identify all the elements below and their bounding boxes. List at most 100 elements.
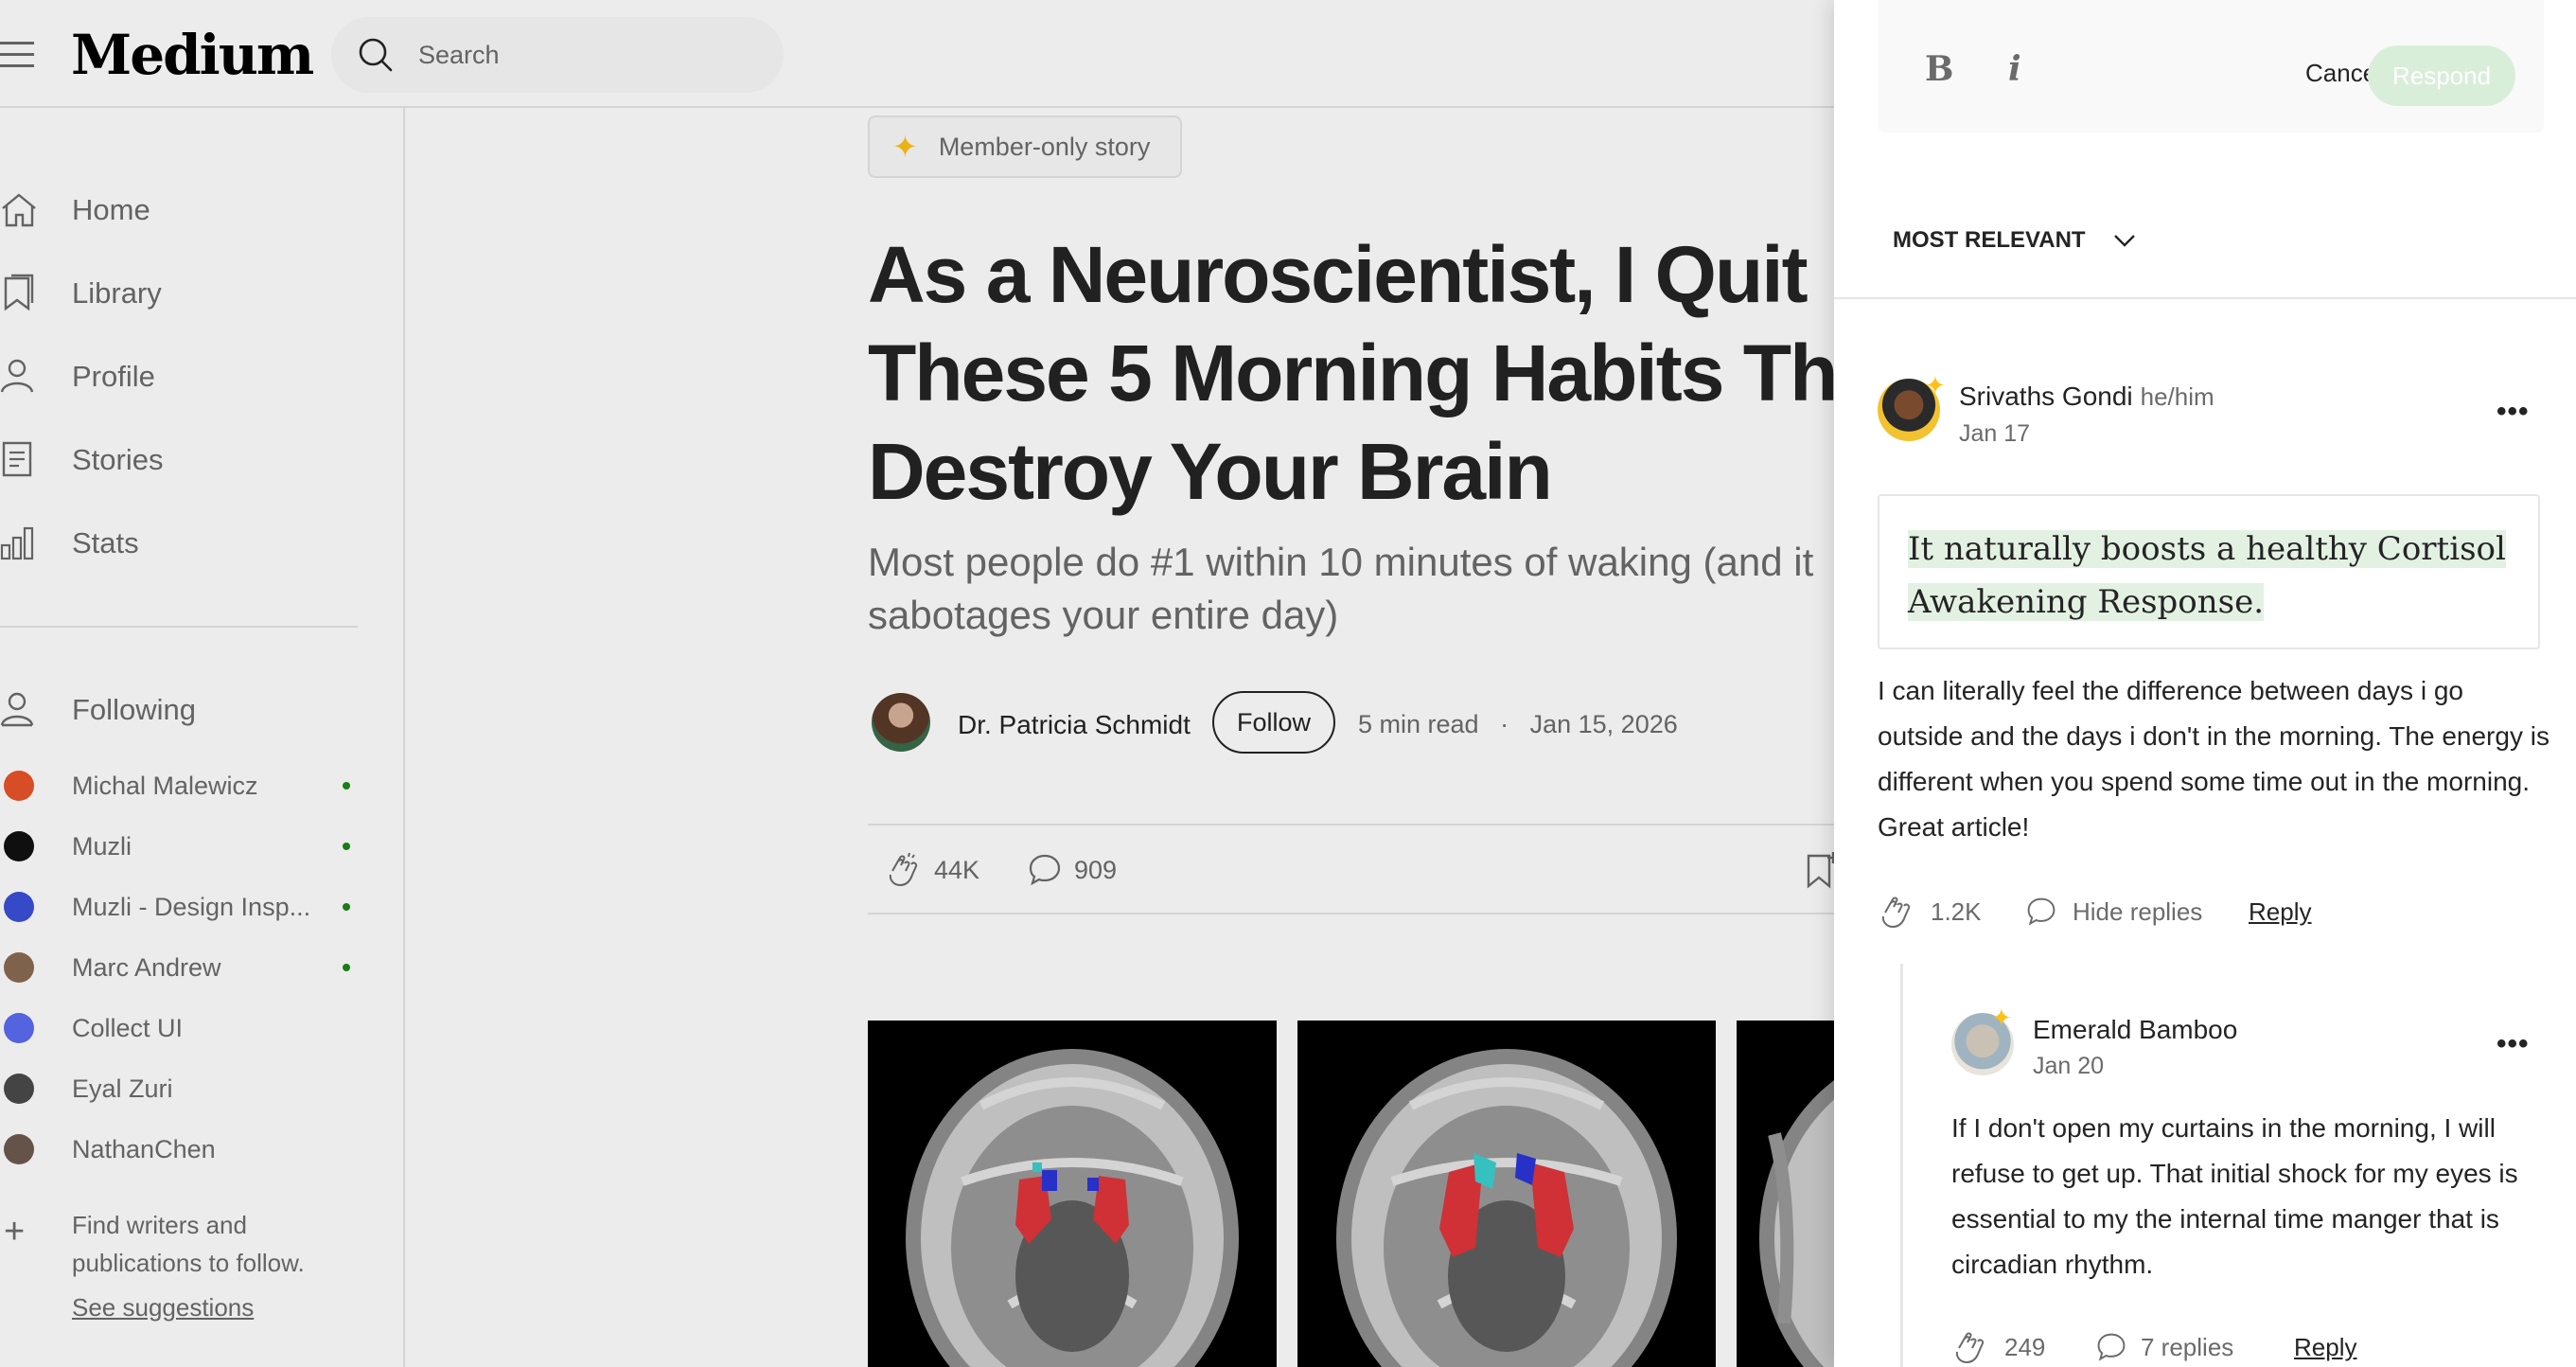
reply-thread-line xyxy=(1900,964,1903,1367)
quoted-highlight: It naturally boosts a healthy Cortisol A… xyxy=(1878,494,2540,649)
following-item[interactable]: Muzli - Design Insp... xyxy=(0,883,360,931)
see-suggestions-link[interactable]: See suggestions xyxy=(72,1293,254,1323)
new-post-dot xyxy=(343,903,350,911)
chevron-down-icon xyxy=(2113,235,2135,247)
more-options-icon[interactable]: ••• xyxy=(2497,396,2530,428)
menu-icon[interactable] xyxy=(0,42,36,68)
commenter-name[interactable]: Emerald Bamboo xyxy=(2033,1015,2237,1045)
following-name: Muzli xyxy=(72,831,132,861)
avatar xyxy=(4,952,34,983)
search-box[interactable] xyxy=(331,17,784,93)
follow-button[interactable]: Follow xyxy=(1212,691,1335,754)
brain-scan-image xyxy=(1297,1021,1716,1367)
sort-label: MOST RELEVANT xyxy=(1893,227,2086,253)
nav-home-label: Home xyxy=(72,193,150,226)
comment-icon[interactable] xyxy=(2095,1331,2127,1363)
sort-dropdown[interactable]: MOST RELEVANT xyxy=(1893,227,2137,254)
following-item[interactable]: Michal Malewicz xyxy=(0,762,360,809)
clap-icon[interactable] xyxy=(1951,1327,1989,1365)
brain-scan-image xyxy=(1737,1021,1835,1367)
avatar xyxy=(4,1013,34,1043)
avatar xyxy=(4,771,34,801)
comment-body: I can literally feel the difference betw… xyxy=(1878,676,2550,842)
more-options-icon[interactable]: ••• xyxy=(2497,1028,2530,1060)
nav-home[interactable]: Home xyxy=(0,182,379,239)
article-meta: 5 min read · Jan 15, 2026 xyxy=(1358,710,1678,739)
document-icon xyxy=(2,441,32,477)
comment-icon[interactable] xyxy=(1027,852,1063,888)
nav-library-label: Library xyxy=(72,276,162,310)
star-icon: ✦ xyxy=(892,130,918,164)
nav-following[interactable]: Following xyxy=(0,682,379,738)
sidebar-divider xyxy=(0,626,358,628)
top-bar: Medium xyxy=(0,0,1834,108)
commenter-name[interactable]: Srivaths Gondi he/him xyxy=(1959,382,2214,412)
new-post-dot xyxy=(343,964,350,971)
publish-date: Jan 15, 2026 xyxy=(1529,710,1678,738)
article-action-bar: 44K 909 xyxy=(868,824,1909,914)
following-name: Eyal Zuri xyxy=(72,1074,173,1103)
show-replies-button[interactable]: 7 replies xyxy=(2141,1333,2233,1362)
nav-profile-label: Profile xyxy=(72,360,155,393)
comment-clap-count: 249 xyxy=(2004,1333,2046,1361)
following-name: Michal Malewicz xyxy=(72,771,258,800)
find-writers-text: Find writers and publications to follow. xyxy=(72,1211,305,1277)
plus-icon[interactable]: + xyxy=(4,1214,25,1250)
following-item[interactable]: Eyal Zuri xyxy=(0,1065,360,1112)
author-name[interactable]: Dr. Patricia Schmidt xyxy=(958,710,1191,740)
article-subtitle: Most people do #1 within 10 minutes of w… xyxy=(868,540,1814,637)
nav-profile[interactable]: Profile xyxy=(0,348,379,405)
following-name: Collect UI xyxy=(72,1013,184,1042)
reply-button[interactable]: Reply xyxy=(2249,897,2311,927)
article-title: As a Neuroscientist, I Quit These 5 Morn… xyxy=(868,230,1905,516)
nav-stories[interactable]: Stories xyxy=(0,432,379,488)
author-avatar[interactable] xyxy=(872,693,930,752)
nav-stats-label: Stats xyxy=(72,526,139,559)
left-sidebar: Home Library Profile Stories Stats Follo… xyxy=(0,108,405,1367)
following-item[interactable]: Collect UI xyxy=(0,1004,360,1052)
comment-date: Jan 20 xyxy=(2033,1053,2105,1079)
comment-clap-count: 1.2K xyxy=(1931,897,1982,926)
avatar xyxy=(4,1134,34,1164)
nav-stories-label: Stories xyxy=(72,443,164,476)
search-input[interactable] xyxy=(418,34,759,76)
quote-text: It naturally boosts a healthy Cortisol A… xyxy=(1908,530,2506,621)
comment-body: If I don't open my curtains in the morni… xyxy=(1951,1113,2518,1279)
commenter-name-text: Srivaths Gondi xyxy=(1959,382,2133,411)
reply-button[interactable]: Reply xyxy=(2294,1333,2356,1362)
nav-library[interactable]: Library xyxy=(0,265,379,322)
following-name: Muzli - Design Insp... xyxy=(72,892,311,921)
bar-chart-icon xyxy=(0,526,34,560)
clap-icon[interactable] xyxy=(885,850,923,888)
member-only-badge: ✦ Member-only story xyxy=(868,115,1182,178)
user-icon xyxy=(0,359,34,393)
following-icon xyxy=(0,692,34,727)
responses-panel: B i Cancel Respond MOST RELEVANT ✦ Sriva… xyxy=(1834,0,2576,1367)
comment-date: Jan 17 xyxy=(1959,420,2031,447)
avatar xyxy=(4,892,34,922)
following-item[interactable]: NathanChen xyxy=(0,1126,360,1173)
clap-count: 44K xyxy=(934,856,980,884)
comment-icon[interactable] xyxy=(2025,896,2057,928)
bold-button[interactable]: B xyxy=(1925,49,1953,89)
nav-stats[interactable]: Stats xyxy=(0,515,379,572)
following-item[interactable]: Marc Andrew xyxy=(0,944,360,991)
respond-button[interactable]: Respond xyxy=(2368,45,2515,106)
new-post-dot xyxy=(343,843,350,850)
comment-actions: 1.2K Hide replies Reply xyxy=(1878,886,2540,933)
star-icon: ✦ xyxy=(1991,1003,2012,1032)
following-item[interactable]: Muzli xyxy=(0,823,360,870)
hide-replies-button[interactable]: Hide replies xyxy=(2073,897,2202,927)
star-icon: ✦ xyxy=(1925,371,1946,399)
clap-icon[interactable] xyxy=(1878,892,1915,930)
avatar xyxy=(4,1074,34,1104)
search-icon xyxy=(359,38,393,72)
commenter-pronouns: he/him xyxy=(2140,382,2214,411)
panel-divider xyxy=(1834,297,2576,299)
quote-text-wrap: It naturally boosts a healthy Cortisol A… xyxy=(1908,523,2514,629)
italic-button[interactable]: i xyxy=(2008,49,2021,89)
following-name: NathanChen xyxy=(72,1134,216,1163)
bookmark-icon xyxy=(4,274,34,311)
medium-logo[interactable]: Medium xyxy=(71,23,314,87)
new-post-dot xyxy=(343,782,350,790)
